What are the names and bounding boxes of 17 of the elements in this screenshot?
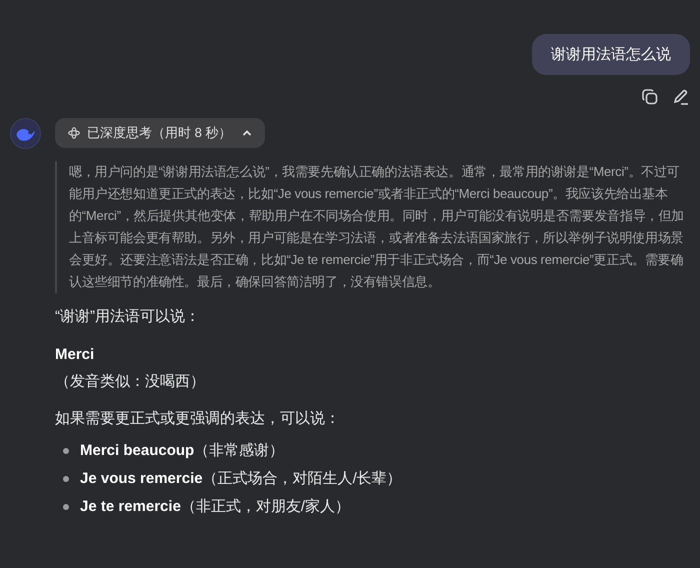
list-item-text: Je vous remercie（正式场合，对陌生人/长辈）	[80, 469, 402, 489]
thinking-toggle[interactable]: 已深度思考（用时 8 秒）	[55, 118, 266, 148]
bullet-icon	[63, 448, 69, 454]
user-message: 谢谢用法语怎么说	[532, 34, 690, 75]
edit-icon[interactable]	[672, 88, 690, 106]
answer-text: （发音类似：没喝西）	[55, 372, 206, 392]
copy-icon[interactable]	[641, 88, 659, 106]
bullet-icon	[63, 504, 69, 510]
thinking-text: 嗯，用户问的是“谢谢用法语怎么说”，我需要先确认正确的法语表达。通常，最常用的谢谢是“Merci”。不过可能用户还想知道更正式的表达，比如“Je vous remercie”或者非正式的“Merci beaucoup”。我应该先给出基本的“Merci”，然后提供其他变体，帮助用户在不同场合使用。同时，用户可能没有说明是否需要发音指导，但加上音标可能会更有帮助。另外，用户可能是在学习法语，或者准备去法语国家旅行，所以举例子说明使用场景会更好。还要注意语法是否正确，比如“Je te remercie”用于非正式场合，而“Je vous remercie”更正式。需要确认这些细节的准确性。最后，确保回答简洁明了，没有错误信息。	[69, 163, 686, 291]
answer-text: 如果需要更正式或更强调的表达，可以说：	[55, 409, 341, 429]
answer-heading: Merci	[55, 345, 96, 365]
atom-icon	[68, 127, 80, 139]
list-item-text: Je te remercie（非正式，对朋友/家人）	[80, 497, 350, 517]
answer-text: “谢谢”用法语可以说：	[55, 307, 201, 327]
bullet-icon	[63, 476, 69, 482]
avatar-icon	[10, 118, 41, 149]
list-item-text: Merci beaucoup（非常感谢）	[80, 441, 284, 461]
